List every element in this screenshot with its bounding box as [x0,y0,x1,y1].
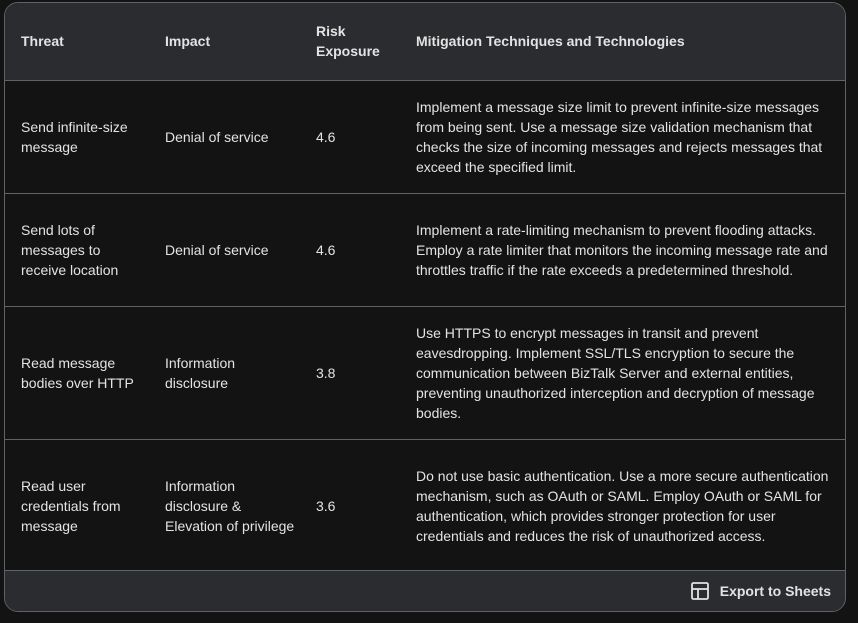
table-row: Read message bodies over HTTP Informatio… [5,305,845,439]
table-row: Read user credentials from message Infor… [5,438,845,572]
threat-table: Threat Impact Risk Exposure Mitigation T… [5,3,845,572]
data-table-container: Threat Impact Risk Exposure Mitigation T… [4,2,846,612]
export-button-label: Export to Sheets [719,583,831,599]
cell-risk: 4.6 [300,192,400,306]
cell-threat: Read user credentials from message [5,438,149,572]
table-row: Send lots of messages to receive locatio… [5,192,845,306]
cell-mitigation: Use HTTPS to encrypt messages in transit… [400,305,845,439]
risk-header-line-2: Exposure [316,43,380,60]
risk-header-line-1: Risk [316,23,346,40]
table-footer: Export to Sheets [5,570,845,611]
column-header-impact: Impact [165,33,211,50]
cell-threat: Read message bodies over HTTP [5,305,149,439]
column-header-threat: Threat [21,33,64,50]
cell-impact: Denial of service [149,192,300,306]
table-row: Send infinite-size message Denial of ser… [5,79,845,193]
cell-risk: 3.8 [300,305,400,439]
sheets-grid-icon [690,581,710,601]
table-header-row: Threat Impact Risk Exposure Mitigation T… [5,3,845,80]
cell-mitigation: Do not use basic authentication. Use a m… [400,438,845,572]
cell-threat: Send infinite-size message [5,79,149,193]
cell-impact: Information disclosure & Elevation of pr… [149,438,300,572]
column-header-mitigation: Mitigation Techniques and Technologies [416,33,685,50]
export-to-sheets-button[interactable]: Export to Sheets [690,581,831,601]
cell-impact: Information disclosure [149,305,300,439]
column-header-risk-exposure: Risk Exposure [300,3,400,80]
cell-mitigation: Implement a rate-limiting mechanism to p… [400,192,845,306]
cell-threat: Send lots of messages to receive locatio… [5,192,149,306]
cell-mitigation: Implement a message size limit to preven… [400,79,845,193]
cell-impact: Denial of service [149,79,300,193]
cell-risk: 3.6 [300,438,400,572]
cell-risk: 4.6 [300,79,400,193]
